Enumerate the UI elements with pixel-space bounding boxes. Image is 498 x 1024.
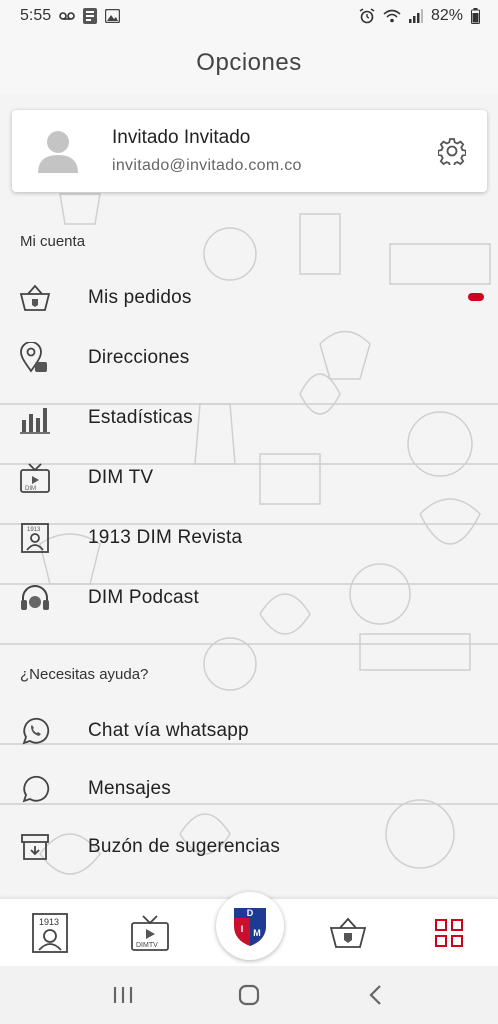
- notification-icon: [83, 8, 98, 24]
- menu-item-podcast[interactable]: DIM Podcast: [0, 568, 498, 628]
- back-icon: [369, 985, 381, 1005]
- home-icon: [238, 984, 260, 1006]
- home-button[interactable]: [229, 975, 269, 1015]
- menu-label: DIM Podcast: [88, 587, 199, 608]
- nav-orders-button[interactable]: [326, 911, 370, 955]
- headphones-icon: [18, 581, 52, 615]
- menu-item-dimtv[interactable]: DIM DIM TV: [0, 448, 498, 508]
- menu-item-whatsapp[interactable]: Chat vía whatsapp: [0, 701, 498, 761]
- system-nav-bar: [0, 966, 498, 1024]
- tv-icon: DIMTV: [131, 915, 169, 951]
- magazine-nav-label: 1913: [39, 917, 59, 927]
- status-left: 5:55: [20, 7, 121, 25]
- gear-icon: [438, 138, 466, 165]
- avatar: [38, 129, 78, 173]
- back-button[interactable]: [355, 975, 395, 1015]
- wifi-icon: [383, 9, 401, 23]
- svg-text:M: M: [253, 928, 261, 938]
- menu-label: 1913 DIM Revista: [88, 527, 243, 548]
- nav-home-logo-button[interactable]: D I M: [216, 892, 284, 960]
- alarm-icon: [359, 8, 375, 24]
- stats-icon: [18, 401, 52, 435]
- svg-text:1913: 1913: [27, 527, 41, 533]
- svg-text:I: I: [241, 924, 244, 934]
- status-time: 5:55: [20, 7, 52, 24]
- recent-apps-button[interactable]: [103, 975, 143, 1015]
- status-bar: 5:55 82%: [0, 0, 498, 32]
- menu-label: Buzón de sugerencias: [88, 836, 281, 857]
- notification-badge: [468, 293, 484, 301]
- grid-icon: [435, 919, 463, 947]
- menu-label: Estadísticas: [88, 407, 193, 428]
- menu-item-suggestions[interactable]: Buzón de sugerencias: [0, 817, 498, 877]
- chat-bubble-icon: [18, 772, 52, 806]
- tv-nav-label: DIMTV: [136, 942, 158, 949]
- user-icon: [38, 131, 78, 173]
- profile-info: Invitado Invitado invitado@invitado.com.…: [112, 127, 437, 175]
- signal-icon: [408, 9, 423, 23]
- status-right: 82%: [359, 7, 480, 25]
- section-title-help: ¿Necesitas ayuda?: [20, 666, 149, 683]
- tv-icon: DIM: [18, 461, 52, 495]
- basket-icon: [329, 917, 367, 948]
- menu-label: Chat vía whatsapp: [88, 720, 249, 741]
- nav-menu-button[interactable]: [427, 911, 471, 955]
- svg-text:DIM: DIM: [25, 486, 36, 492]
- voicemail-icon: [59, 11, 75, 21]
- location-icon: [18, 341, 52, 375]
- menu-item-orders[interactable]: Mis pedidos: [0, 268, 498, 328]
- menu-item-messages[interactable]: Mensajes: [0, 759, 498, 819]
- nav-tv-button[interactable]: DIMTV: [128, 911, 172, 955]
- section-title-account: Mi cuenta: [20, 233, 86, 250]
- battery-percent: 82%: [430, 7, 463, 24]
- battery-icon: [471, 8, 480, 24]
- svg-text:D: D: [247, 908, 254, 918]
- menu-label: Direcciones: [88, 347, 190, 368]
- magazine-icon: 1913: [18, 521, 52, 555]
- settings-button[interactable]: [437, 136, 467, 166]
- recent-apps-icon: [113, 987, 133, 1003]
- menu-label: Mis pedidos: [88, 287, 192, 308]
- page-title: Opciones: [0, 32, 498, 94]
- gallery-icon: [105, 9, 121, 23]
- profile-name: Invitado Invitado: [112, 127, 251, 148]
- whatsapp-icon: [18, 714, 52, 748]
- menu-item-stats[interactable]: Estadísticas: [0, 388, 498, 448]
- profile-card[interactable]: Invitado Invitado invitado@invitado.com.…: [12, 110, 487, 192]
- inbox-icon: [18, 830, 52, 864]
- magazine-icon: 1913: [32, 913, 68, 953]
- team-shield-icon: D I M: [234, 908, 266, 946]
- menu-item-addresses[interactable]: Direcciones: [0, 328, 498, 388]
- menu-label: Mensajes: [88, 778, 171, 799]
- menu-label: DIM TV: [88, 467, 154, 488]
- profile-email: invitado@invitado.com.co: [112, 157, 302, 174]
- basket-icon: [18, 281, 52, 315]
- nav-magazine-button[interactable]: 1913: [28, 911, 72, 955]
- menu-item-magazine[interactable]: 1913 1913 DIM Revista: [0, 508, 498, 568]
